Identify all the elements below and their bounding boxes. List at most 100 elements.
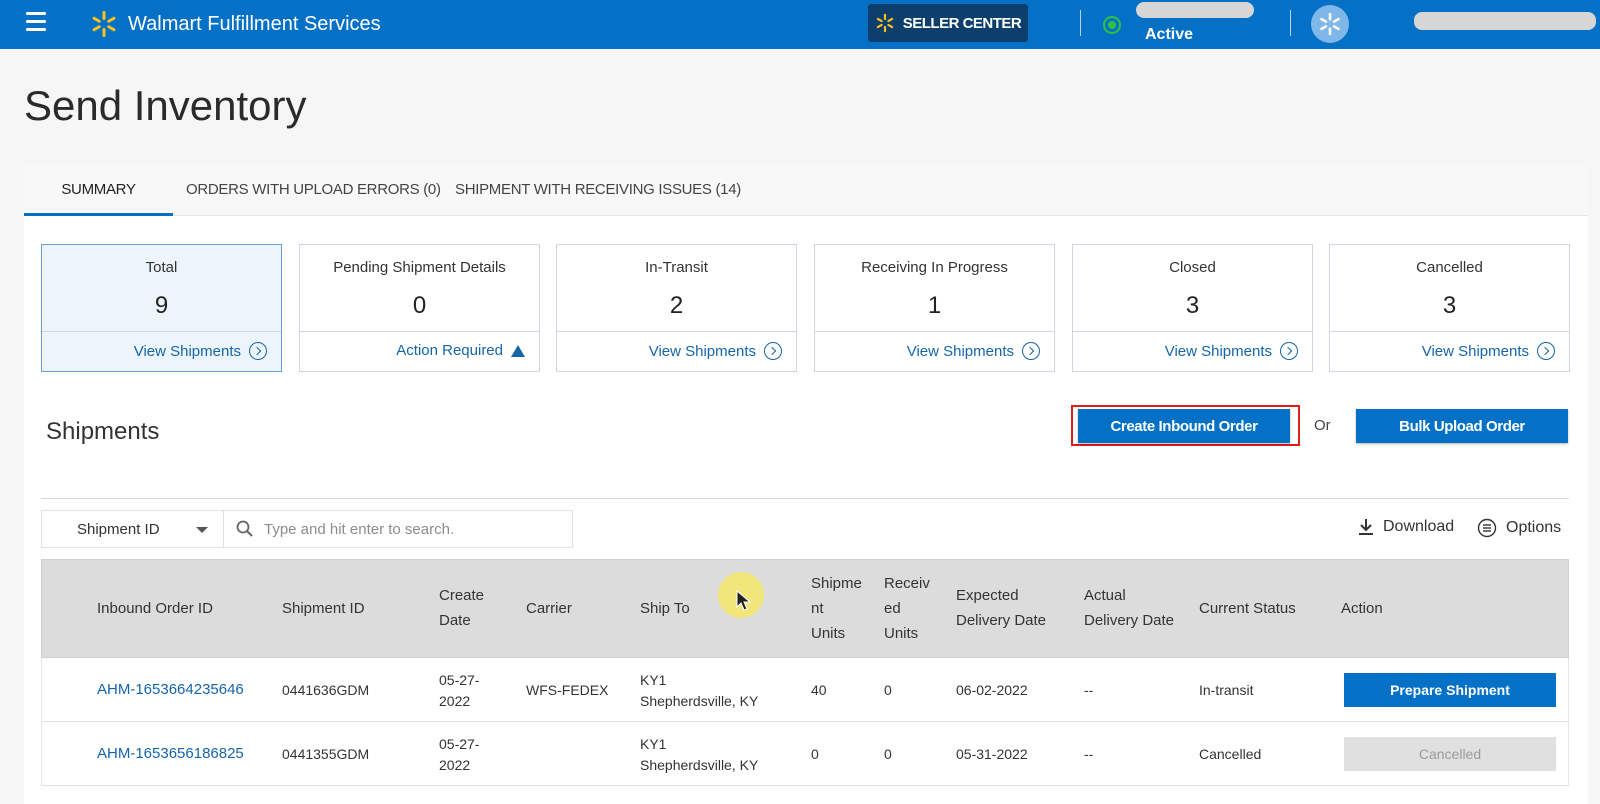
- header-line: Expected: [956, 587, 1019, 604]
- card-count: 3: [1442, 292, 1457, 319]
- header-line: Delivery Date: [1084, 612, 1175, 629]
- cell-line: 2022: [439, 693, 471, 709]
- divider: [557, 331, 796, 332]
- download-label: Download: [1383, 518, 1455, 535]
- tab-receiving-issues[interactable]: SHIPMENT WITH RECEIVING ISSUES (14): [455, 164, 741, 216]
- summary-card-total[interactable]: Total 9 View Shipments: [41, 244, 282, 372]
- chevron-right-circle-icon: [764, 342, 782, 360]
- summary-card-cancelled[interactable]: Cancelled 3 View Shipments: [1329, 244, 1570, 372]
- status-cell: Cancelled: [1199, 746, 1262, 762]
- create-inbound-order-button[interactable]: Create Inbound Order: [1078, 409, 1290, 443]
- shipment-units-cell: 0: [811, 746, 819, 762]
- view-shipments-link[interactable]: View Shipments: [649, 342, 782, 360]
- link-label: View Shipments: [648, 342, 756, 360]
- header-line: Create: [439, 587, 485, 604]
- header-line: ed: [884, 600, 901, 617]
- tab-bar: SUMMARY ORDERS WITH UPLOAD ERRORS (0) SH…: [24, 164, 1588, 216]
- card-title: In-Transit: [645, 259, 708, 276]
- col-received-units[interactable]: Receiv ed Units: [884, 571, 930, 646]
- divider: [1080, 10, 1081, 36]
- header-line: Shipme: [811, 575, 862, 592]
- walmart-spark-icon: [876, 13, 893, 33]
- card-count: 2: [669, 292, 684, 319]
- view-shipments-link[interactable]: View Shipments: [134, 342, 267, 360]
- card-count: 1: [927, 292, 942, 319]
- seller-center-button[interactable]: SELLER CENTER: [868, 4, 1028, 42]
- options-button[interactable]: Options: [1477, 518, 1561, 538]
- received-units-cell: 0: [884, 746, 892, 762]
- cell-line: Shepherdsville, KY: [640, 693, 759, 709]
- cell-line: Shepherdsville, KY: [640, 757, 759, 773]
- inbound-order-link[interactable]: AHM-1653664235646: [97, 679, 244, 700]
- cancelled-button: Cancelled: [1344, 737, 1556, 771]
- view-shipments-link[interactable]: View Shipments: [1165, 342, 1298, 360]
- summary-card-closed[interactable]: Closed 3 View Shipments: [1072, 244, 1313, 372]
- col-shipment-units[interactable]: Shipme nt Units: [811, 571, 862, 646]
- tab-summary[interactable]: SUMMARY: [24, 164, 173, 216]
- cell-line: KY1: [640, 736, 667, 752]
- col-expected-delivery-date[interactable]: Expected Delivery Date: [956, 583, 1046, 633]
- create-date-cell: 05-27- 2022: [439, 734, 479, 776]
- account-avatar-icon[interactable]: [1311, 5, 1349, 43]
- carrier-cell: WFS-FEDEX: [526, 682, 609, 698]
- col-carrier[interactable]: Carrier: [526, 596, 572, 621]
- cell-line: KY1: [640, 672, 667, 688]
- inbound-order-link[interactable]: AHM-1653656186825: [97, 743, 244, 764]
- divider: [42, 331, 281, 332]
- actual-delivery-cell: --: [1084, 682, 1094, 698]
- card-count: 9: [154, 292, 169, 319]
- header-line: Delivery Date: [956, 612, 1047, 629]
- brand[interactable]: Walmart Fulfillment Services: [90, 10, 381, 38]
- col-inbound-order-id[interactable]: Inbound Order ID: [97, 596, 213, 621]
- divider: [1290, 10, 1291, 36]
- redacted-account-name: [1414, 12, 1596, 30]
- col-actual-delivery-date[interactable]: Actual Delivery Date: [1084, 583, 1174, 633]
- shipment-id-cell: 0441636GDM: [282, 682, 370, 698]
- header-line: Units: [884, 625, 919, 642]
- menu-icon[interactable]: [26, 12, 46, 34]
- ship-to-cell: KY1 Shepherdsville, KY: [640, 670, 758, 712]
- card-title: Pending Shipment Details: [333, 259, 506, 276]
- search-icon: [236, 520, 253, 537]
- cell-line: 05-27-: [439, 672, 480, 688]
- col-shipment-id[interactable]: Shipment ID: [282, 596, 365, 621]
- shipment-id-cell: 0441355GDM: [282, 746, 370, 762]
- expected-delivery-cell: 06-02-2022: [956, 682, 1028, 698]
- search-box: [223, 510, 573, 548]
- divider: [815, 331, 1054, 332]
- download-button[interactable]: Download: [1357, 518, 1454, 536]
- view-shipments-link[interactable]: View Shipments: [1422, 342, 1555, 360]
- chevron-right-circle-icon: [1537, 342, 1555, 360]
- card-title: Closed: [1169, 259, 1216, 276]
- summary-card-receiving[interactable]: Receiving In Progress 1 View Shipments: [814, 244, 1055, 372]
- action-required-link[interactable]: Action Required: [396, 342, 525, 359]
- col-ship-to[interactable]: Ship To: [640, 596, 690, 621]
- link-label: View Shipments: [906, 342, 1014, 360]
- search-input[interactable]: [264, 520, 564, 538]
- bulk-upload-order-button[interactable]: Bulk Upload Order: [1356, 409, 1568, 443]
- tab-upload-errors[interactable]: ORDERS WITH UPLOAD ERRORS (0): [186, 164, 441, 216]
- actual-delivery-cell: --: [1084, 746, 1094, 762]
- view-shipments-link[interactable]: View Shipments: [907, 342, 1040, 360]
- col-action: Action: [1341, 600, 1383, 617]
- divider: [1073, 331, 1312, 332]
- header-line: Date: [439, 612, 471, 629]
- col-current-status[interactable]: Current Status: [1199, 596, 1296, 621]
- card-count: 3: [1185, 292, 1200, 319]
- options-list-icon: [1477, 518, 1497, 538]
- table-header: Inbound Order ID Shipment ID Create Date …: [41, 559, 1569, 658]
- search-field-select[interactable]: Shipment ID: [41, 510, 224, 548]
- page-title: Send Inventory: [24, 82, 307, 129]
- or-text: Or: [1314, 417, 1331, 434]
- col-create-date[interactable]: Create Date: [439, 583, 484, 633]
- table-row: AHM-1653656186825 0441355GDM 05-27- 2022 …: [41, 722, 1569, 786]
- redacted-seller-name: [1136, 2, 1254, 18]
- summary-card-in-transit[interactable]: In-Transit 2 View Shipments: [556, 244, 797, 372]
- card-title: Total: [145, 259, 178, 276]
- summary-card-pending[interactable]: Pending Shipment Details 0 Action Requir…: [299, 244, 540, 372]
- prepare-shipment-button[interactable]: Prepare Shipment: [1344, 673, 1556, 707]
- seller-center-label: SELLER CENTER: [902, 14, 1022, 32]
- divider: [41, 498, 1569, 499]
- options-label: Options: [1506, 519, 1562, 536]
- status-cell: In-transit: [1199, 682, 1254, 698]
